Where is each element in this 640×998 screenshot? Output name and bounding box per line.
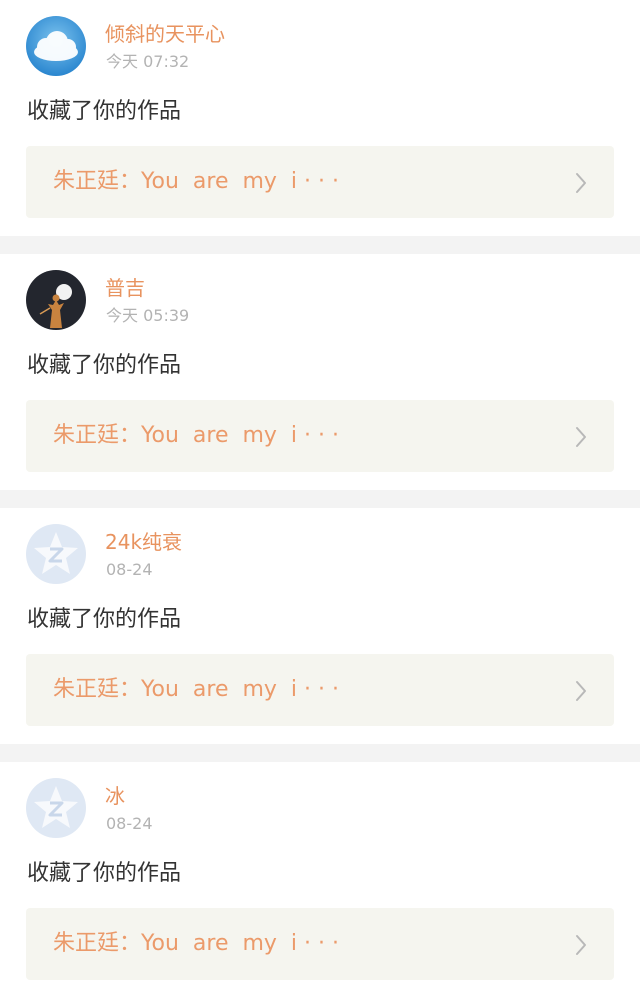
username[interactable]: 倾斜的天平心 (105, 20, 225, 48)
notification-card: 普吉 今天 05:39 收藏了你的作品 朱正廷：You are my i · ·… (0, 254, 640, 490)
card-separator (0, 744, 640, 762)
timestamp: 今天 05:39 (106, 306, 190, 325)
chevron-right-icon (576, 427, 586, 447)
work-title: 朱正廷：You are my i · · · (53, 169, 339, 194)
action-text: 收藏了你的作品 (27, 861, 182, 886)
username[interactable]: 冰 (105, 782, 125, 810)
default-star-avatar-icon[interactable] (26, 524, 86, 584)
timestamp: 08-24 (106, 814, 153, 833)
card-separator (0, 490, 640, 508)
work-preview-link[interactable]: 朱正廷：You are my i · · · (26, 400, 614, 472)
work-title: 朱正廷：You are my i · · · (53, 423, 339, 448)
timestamp: 今天 07:32 (106, 52, 190, 71)
username[interactable]: 24k纯衰 (105, 528, 182, 556)
chevron-right-icon (576, 681, 586, 701)
action-text: 收藏了你的作品 (27, 99, 182, 124)
chevron-right-icon (576, 935, 586, 955)
notification-feed: 倾斜的天平心 今天 07:32 收藏了你的作品 朱正廷：You are my i… (0, 0, 640, 998)
card-separator (0, 236, 640, 254)
work-preview-link[interactable]: 朱正廷：You are my i · · · (26, 146, 614, 218)
night-figure-avatar-icon[interactable] (26, 270, 86, 330)
work-preview-link[interactable]: 朱正廷：You are my i · · · (26, 654, 614, 726)
work-title: 朱正廷：You are my i · · · (53, 677, 339, 702)
chevron-right-icon (576, 173, 586, 193)
cloud-avatar-icon[interactable] (26, 16, 86, 76)
username[interactable]: 普吉 (105, 274, 145, 302)
notification-card: 冰 08-24 收藏了你的作品 朱正廷：You are my i · · · (0, 762, 640, 998)
action-text: 收藏了你的作品 (27, 607, 182, 632)
work-preview-link[interactable]: 朱正廷：You are my i · · · (26, 908, 614, 980)
notification-card: 24k纯衰 08-24 收藏了你的作品 朱正廷：You are my i · ·… (0, 508, 640, 744)
notification-card: 倾斜的天平心 今天 07:32 收藏了你的作品 朱正廷：You are my i… (0, 0, 640, 236)
default-star-avatar-icon[interactable] (26, 778, 86, 838)
work-title: 朱正廷：You are my i · · · (53, 931, 339, 956)
action-text: 收藏了你的作品 (27, 353, 182, 378)
timestamp: 08-24 (106, 560, 153, 579)
